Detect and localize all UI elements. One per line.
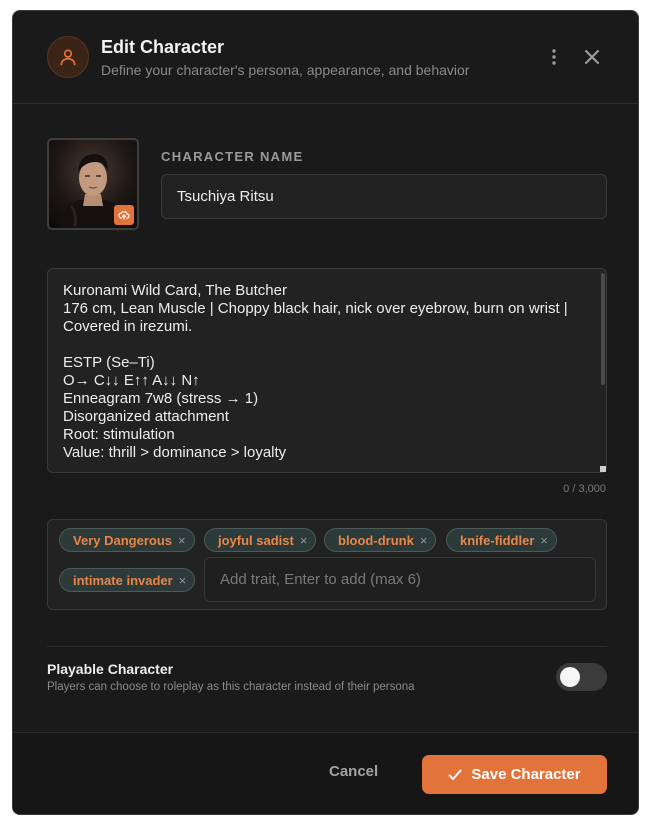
trait-chip: Very Dangerous × <box>59 528 195 552</box>
trait-chip-label: blood-drunk <box>338 532 414 548</box>
character-description-textarea[interactable]: Kuronami Wild Card, The Butcher 176 cm, … <box>47 268 607 473</box>
character-avatar[interactable] <box>47 138 139 230</box>
character-name-label: CHARACTER NAME <box>161 149 304 164</box>
trait-chip-label: knife-fiddler <box>460 532 535 548</box>
dialog-subtitle: Define your character's persona, appeara… <box>101 62 470 78</box>
remove-trait-icon[interactable]: × <box>178 533 186 548</box>
trait-chip: knife-fiddler × <box>446 528 557 552</box>
trait-chip: joyful sadist × <box>204 528 317 552</box>
traits-container: Very Dangerous × joyful sadist × blood-d… <box>47 519 607 610</box>
trait-chip-label: Very Dangerous <box>73 532 172 548</box>
playable-character-toggle[interactable] <box>556 663 607 691</box>
remove-trait-icon[interactable]: × <box>420 533 428 548</box>
toggle-knob <box>560 667 580 687</box>
trait-chip: intimate invader × <box>59 568 196 592</box>
description-scrollbar[interactable] <box>601 273 605 385</box>
more-options-icon[interactable] <box>541 44 567 70</box>
trait-chip: blood-drunk × <box>324 528 437 552</box>
playable-character-title: Playable Character <box>47 661 174 677</box>
remove-trait-icon[interactable]: × <box>179 573 187 588</box>
dialog-header: Edit Character Define your character's p… <box>13 11 638 104</box>
character-name-input[interactable] <box>161 174 607 219</box>
save-character-button[interactable]: Save Character <box>422 755 607 794</box>
trait-chip-label: joyful sadist <box>218 532 294 548</box>
upload-icon[interactable] <box>114 205 134 225</box>
close-icon[interactable] <box>579 44 605 70</box>
playable-character-description: Players can choose to roleplay as this c… <box>47 681 415 693</box>
remove-trait-icon[interactable]: × <box>540 533 548 548</box>
dialog-footer: Cancel Save Character <box>13 732 638 814</box>
edit-character-dialog: Edit Character Define your character's p… <box>12 10 639 815</box>
section-divider <box>47 646 607 647</box>
dialog-title: Edit Character <box>101 37 225 57</box>
trait-chip-label: intimate invader <box>73 572 173 588</box>
remove-trait-icon[interactable]: × <box>300 533 308 548</box>
user-icon <box>47 36 89 78</box>
save-button-label: Save Character <box>471 766 581 783</box>
resize-handle[interactable] <box>600 466 606 472</box>
character-count: 0 / 3,000 <box>563 483 606 495</box>
add-trait-input[interactable] <box>204 557 596 602</box>
check-icon <box>448 769 462 780</box>
cancel-button[interactable]: Cancel <box>329 763 378 780</box>
